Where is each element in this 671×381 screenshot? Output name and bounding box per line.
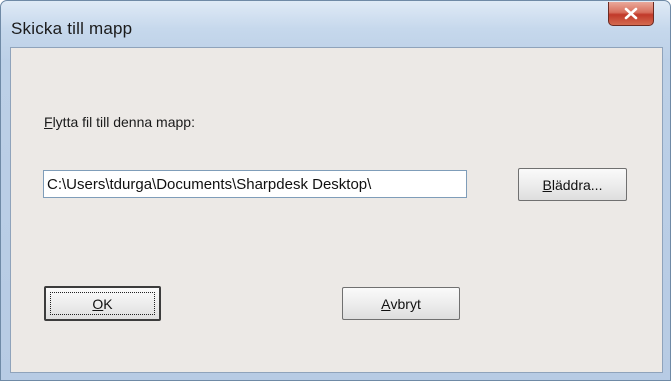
close-icon [624, 7, 638, 20]
cancel-access-key: A [381, 295, 391, 312]
label-text: lytta fil till denna mapp: [52, 114, 195, 130]
browse-label: läddra... [551, 176, 603, 193]
ok-button[interactable]: OK [44, 286, 161, 321]
title-bar[interactable]: Skicka till mapp [1, 1, 670, 47]
folder-path-input[interactable] [43, 170, 467, 198]
cancel-button[interactable]: Avbryt [342, 287, 460, 320]
close-button[interactable] [608, 2, 654, 26]
dialog-window: Skicka till mapp Flytta fil till denna m… [0, 0, 671, 381]
label-access-key: F [44, 114, 53, 130]
browse-button[interactable]: Bläddra... [518, 168, 627, 201]
destination-folder-label: Flytta fil till denna mapp: [44, 114, 195, 130]
cancel-label: vbryt [390, 295, 421, 312]
dialog-body: Flytta fil till denna mapp: Bläddra... O… [10, 47, 663, 373]
focus-ring [50, 292, 155, 315]
browse-access-key: B [542, 176, 552, 193]
window-title: Skicka till mapp [11, 19, 133, 38]
